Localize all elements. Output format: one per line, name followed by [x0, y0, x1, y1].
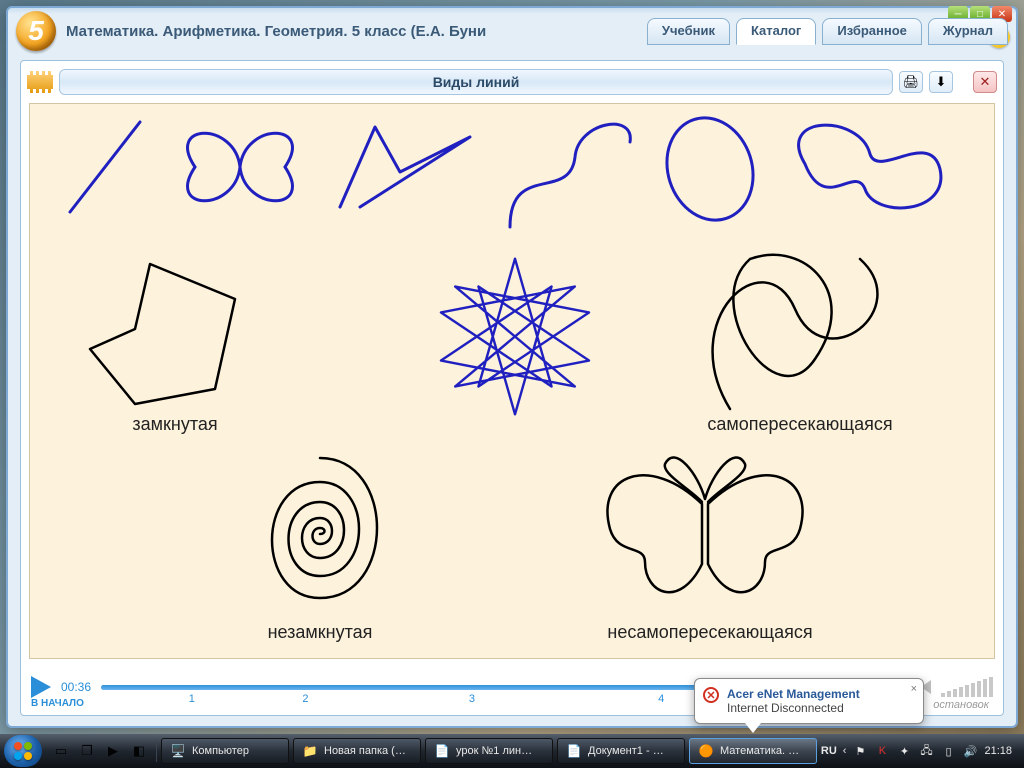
timeline-tick: 2	[302, 693, 308, 705]
taskbar: ▭ ❐ ▶ ◧ 🖥️Компьютер 📁Новая папка (… 📄уро…	[0, 734, 1024, 768]
download-button[interactable]: ⬇	[929, 71, 953, 93]
spiral-shape	[235, 449, 405, 619]
tab-favorites[interactable]: Избранное	[822, 18, 922, 45]
computer-icon: 🖥️	[170, 743, 186, 759]
app-icon: 🟠	[698, 743, 714, 759]
media-player-icon[interactable]: ▶	[102, 740, 124, 762]
open-label: незамкнутая	[245, 622, 395, 643]
tray-icon[interactable]: ✦	[896, 743, 912, 759]
lesson-close-button[interactable]: ✕	[973, 71, 997, 93]
battery-icon[interactable]: ▯	[940, 743, 956, 759]
nav-tabs: Учебник Каталог Избранное Журнал	[647, 18, 1008, 45]
volume-slider[interactable]	[941, 677, 993, 697]
bean-shape	[780, 119, 950, 219]
lesson-toolbar: Виды линий 🖨 ⬇ ✕	[27, 67, 997, 97]
show-desktop-icon[interactable]: ▭	[50, 740, 72, 762]
timeline-tick: 3	[469, 693, 475, 705]
notification-close-button[interactable]: ×	[911, 683, 917, 695]
tray-icon[interactable]: ⚑	[852, 743, 868, 759]
print-button[interactable]: 🖨	[899, 71, 923, 93]
app-logo-icon: 5	[16, 11, 56, 51]
network-icon[interactable]: 🖧	[918, 743, 934, 759]
task-item[interactable]: 📄Документ1 - …	[557, 738, 685, 764]
task-item[interactable]: 📄урок №1 лин…	[425, 738, 553, 764]
to-start-button[interactable]: В НАЧАЛО	[31, 698, 84, 709]
task-item[interactable]: 📁Новая папка (…	[293, 738, 421, 764]
self-intersecting-label: самопересекающаяся	[670, 414, 930, 435]
clock[interactable]: 21:18	[984, 745, 1012, 757]
tab-textbook[interactable]: Учебник	[647, 18, 730, 45]
stops-hint: остановок	[933, 699, 989, 711]
task-item[interactable]: 🟠Математика. …	[689, 738, 817, 764]
non-self-intersecting-label: несамопересекающаяся	[570, 622, 850, 643]
line-segment-shape	[50, 112, 160, 222]
notification-title: Acer eNet Management	[727, 687, 901, 701]
self-intersecting-curve-shape	[695, 249, 895, 419]
notification-body: Internet Disconnected	[727, 701, 901, 715]
system-tray: RU ‹ ⚑ K ✦ 🖧 ▯ 🔊 21:18	[821, 743, 1020, 759]
timeline-tick: 1	[189, 693, 195, 705]
closed-label: замкнутая	[110, 414, 240, 435]
task-item[interactable]: 🖥️Компьютер	[161, 738, 289, 764]
network-notification: ✕ × Acer eNet Management Internet Discon…	[694, 678, 924, 724]
antivirus-icon[interactable]: K	[874, 743, 890, 759]
star-shape	[425, 249, 605, 424]
film-icon[interactable]	[27, 71, 53, 93]
figure-eight-shape	[165, 112, 315, 222]
butterfly-shape	[590, 444, 820, 619]
s-curve-shape	[500, 112, 640, 232]
app-window: ─ □ ✕ ? 5 Математика. Арифметика. Геомет…	[6, 6, 1018, 728]
error-icon: ✕	[703, 687, 719, 703]
closed-polygon-shape	[80, 254, 260, 414]
word-doc-icon: 📄	[434, 743, 450, 759]
lesson-title: Виды линий	[59, 69, 893, 95]
word-doc-icon: 📄	[566, 743, 582, 759]
play-button[interactable]	[31, 676, 51, 698]
switch-windows-icon[interactable]: ❐	[76, 740, 98, 762]
folder-icon: 📁	[302, 743, 318, 759]
timeline-tick: 4	[658, 693, 664, 705]
titlebar: 5 Математика. Арифметика. Геометрия. 5 к…	[8, 8, 1016, 54]
content-frame: Виды линий 🖨 ⬇ ✕ замкнутая самопересе	[20, 60, 1004, 716]
quick-launch: ▭ ❐ ▶ ◧	[44, 740, 157, 762]
sound-icon[interactable]: 🔊	[962, 743, 978, 759]
start-button[interactable]	[4, 735, 42, 767]
tray-chevron-icon[interactable]: ‹	[843, 745, 847, 757]
language-indicator[interactable]: RU	[821, 745, 837, 757]
quick-launch-icon[interactable]: ◧	[128, 740, 150, 762]
ellipse-shape	[650, 112, 770, 227]
tab-catalog[interactable]: Каталог	[736, 18, 816, 45]
self-crossing-polyline-shape	[330, 112, 480, 222]
lesson-canvas: замкнутая самопересекающаяся незамкнутая…	[29, 103, 995, 659]
elapsed-time: 00:36	[61, 680, 91, 694]
tab-journal[interactable]: Журнал	[928, 18, 1008, 45]
app-title: Математика. Арифметика. Геометрия. 5 кла…	[66, 23, 486, 40]
